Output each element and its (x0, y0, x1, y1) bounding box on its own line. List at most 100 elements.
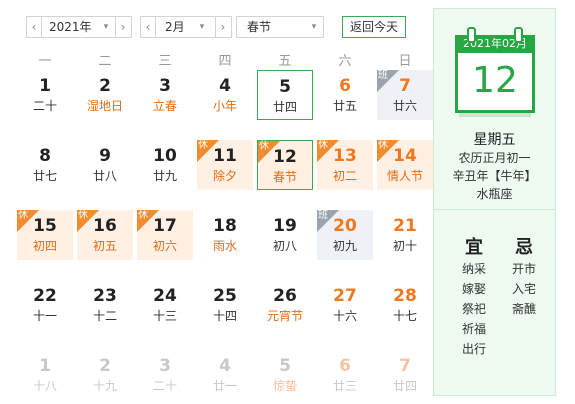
day-cell[interactable]: 休 17 初六 (137, 210, 193, 260)
divider (434, 209, 555, 210)
lunar-label: 小年 (212, 99, 237, 113)
ji-list: 开市 入宅 斋醮 (504, 259, 544, 319)
day-cell[interactable]: 27 十六 (317, 280, 373, 330)
day-number: 10 (153, 146, 177, 166)
lunar-label: 十四 (212, 309, 237, 323)
lunar-label: 十九 (92, 379, 117, 393)
year-prev-icon[interactable]: ‹ (27, 17, 41, 37)
day-cell[interactable]: 9 廿八 (77, 140, 133, 190)
lunar-label: 初六 (152, 239, 177, 253)
yi-item: 嫁娶 (461, 282, 486, 296)
calendar-page-body: 12 (455, 53, 535, 113)
corner-badge-label: 休 (138, 210, 148, 221)
ji-item: 开市 (511, 262, 536, 276)
day-cell[interactable]: 18 雨水 (197, 210, 253, 260)
day-cell[interactable]: 28 十七 (377, 280, 433, 330)
ganzhi-year: 辛丑年【牛年】 (452, 169, 537, 183)
day-cell[interactable]: 5 惊蛰 (257, 350, 313, 400)
day-number: 3 (159, 76, 171, 96)
lunar-label: 元宵节 (266, 309, 303, 323)
lunar-label: 初十 (392, 239, 417, 253)
lunar-label: 立春 (152, 99, 177, 113)
day-cell[interactable]: 4 廿一 (197, 350, 253, 400)
lunar-label: 初九 (332, 239, 357, 253)
weekday-header: 一二三四五六日 (15, 50, 429, 69)
day-cell[interactable]: 25 十四 (197, 280, 253, 330)
selected-day-number: 12 (472, 60, 518, 101)
day-cell[interactable]: 6 廿五 (317, 70, 373, 120)
lunar-label: 二十 (32, 99, 57, 113)
chevron-down-icon: ▾ (311, 22, 317, 32)
day-number: 4 (219, 76, 231, 96)
year-selector[interactable]: ‹ 2021年 ▾ › (26, 16, 132, 38)
corner-badge-label: 休 (378, 140, 388, 151)
day-detail-panel: 2021年02月 12 星期五 农历正月初一 辛丑年【牛年】 水瓶座 宜 忌 纳… (433, 8, 556, 396)
day-cell[interactable]: 23 十二 (77, 280, 133, 330)
day-number: 1 (39, 76, 51, 96)
year-next-icon[interactable]: › (116, 17, 130, 37)
month-next-icon[interactable]: › (216, 17, 230, 37)
weekday-label: 四 (218, 54, 232, 69)
day-cell[interactable]: 3 二十 (137, 350, 193, 400)
lunar-label: 雨水 (212, 239, 237, 253)
day-cell[interactable]: 21 初十 (377, 210, 433, 260)
lunar-label: 廿四 (272, 100, 297, 114)
day-cell[interactable]: 休 11 除夕 (197, 140, 253, 190)
divider (41, 17, 42, 37)
day-cell[interactable]: 班 20 初九 (317, 210, 373, 260)
yi-list: 纳采 嫁娶 祭祀 祈福 出行 (454, 259, 494, 359)
corner-badge-label: 班 (318, 210, 328, 221)
constellation: 水瓶座 (476, 187, 513, 201)
day-cell[interactable]: 休 14 情人节 (377, 140, 433, 190)
lunar-label: 廿三 (332, 379, 357, 393)
lunar-label: 十八 (32, 379, 57, 393)
lunar-label: 廿一 (212, 379, 237, 393)
day-cell[interactable]: 2 十九 (77, 350, 133, 400)
day-cell[interactable]: 26 元宵节 (257, 280, 313, 330)
lunar-label: 情人节 (386, 169, 423, 183)
year-value: 2021年 (49, 20, 92, 34)
month-selector[interactable]: ‹ 2月 ▾ › (140, 16, 232, 38)
day-cell[interactable]: 休 15 初四 (17, 210, 73, 260)
ring-icon (467, 27, 476, 43)
lunar-label: 十一 (32, 309, 57, 323)
day-cell[interactable]: 5 廿四 (257, 70, 313, 120)
day-cell[interactable]: 1 二十 (17, 70, 73, 120)
day-cell[interactable]: 8 廿七 (17, 140, 73, 190)
day-cell[interactable]: 19 初八 (257, 210, 313, 260)
lunar-label: 二十 (152, 379, 177, 393)
day-cell[interactable]: 休 13 初二 (317, 140, 373, 190)
day-number: 25 (213, 286, 237, 306)
ji-item: 斋醮 (511, 302, 536, 316)
lunar-label: 初二 (332, 169, 357, 183)
day-cell[interactable]: 班 7 廿六 (377, 70, 433, 120)
ring-icon (514, 27, 523, 43)
month-prev-icon[interactable]: ‹ (141, 17, 155, 37)
weekday-label: 三 (158, 54, 172, 69)
day-cell[interactable]: 1 十八 (17, 350, 73, 400)
day-number: 2 (99, 356, 111, 376)
back-to-today-button[interactable]: 返回今天 (342, 16, 406, 38)
day-number: 6 (339, 356, 351, 376)
day-cell[interactable]: 22 十一 (17, 280, 73, 330)
day-cell[interactable]: 10 廿九 (137, 140, 193, 190)
yi-item: 出行 (461, 342, 486, 356)
day-cell[interactable]: 24 十三 (137, 280, 193, 330)
day-cell[interactable]: 6 廿三 (317, 350, 373, 400)
lunar-label: 初八 (272, 239, 297, 253)
day-number: 4 (219, 356, 231, 376)
day-cell[interactable]: 7 廿四 (377, 350, 433, 400)
lunar-label: 初四 (32, 239, 57, 253)
lunar-label: 惊蛰 (272, 379, 297, 393)
lunar-label: 十七 (392, 309, 417, 323)
day-number: 1 (39, 356, 51, 376)
day-cell[interactable]: 3 立春 (137, 70, 193, 120)
day-cell[interactable]: 2 湿地日 (77, 70, 133, 120)
month-value: 2月 (165, 20, 185, 34)
yi-item: 祈福 (461, 322, 486, 336)
day-cell[interactable]: 休 12 春节 (257, 140, 313, 190)
day-cell[interactable]: 4 小年 (197, 70, 253, 120)
chevron-down-icon: ▾ (103, 22, 109, 32)
holiday-selector[interactable]: 春节 ▾ (236, 16, 324, 38)
day-cell[interactable]: 休 16 初五 (77, 210, 133, 260)
